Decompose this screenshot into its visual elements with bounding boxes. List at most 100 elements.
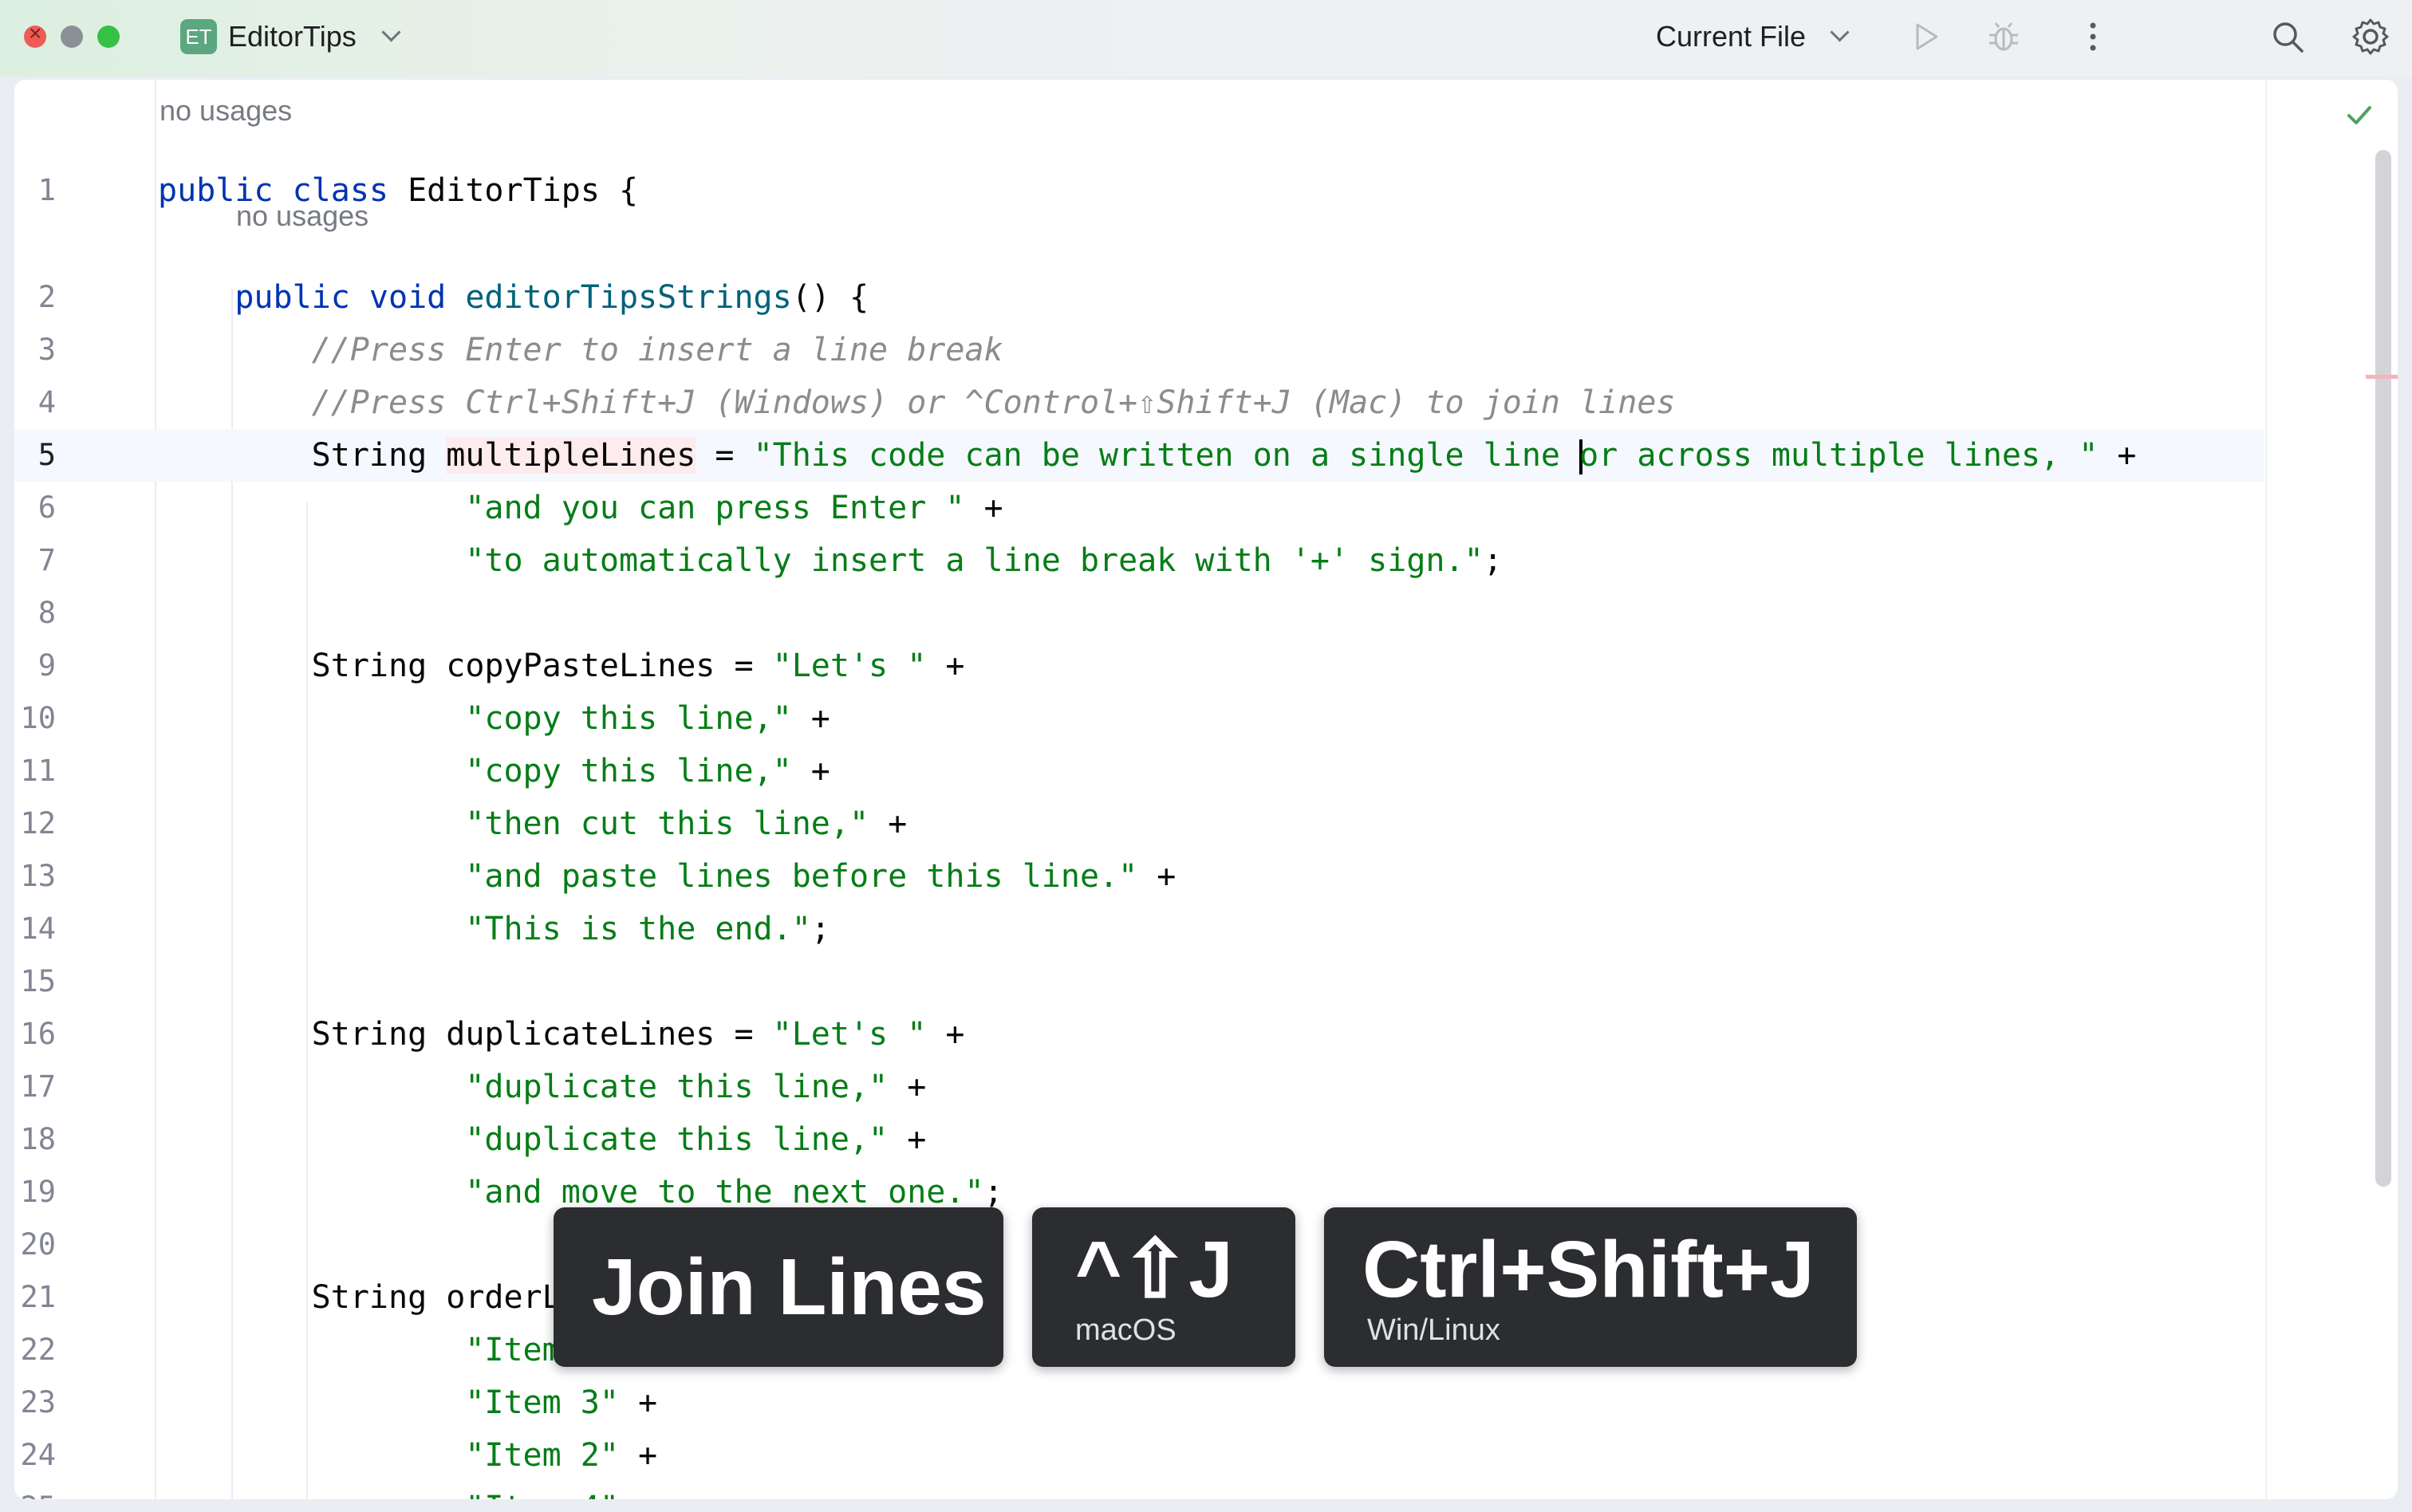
mac-shortcut-label: macOS — [1075, 1313, 1176, 1347]
line-number[interactable]: 3 — [14, 324, 56, 376]
line-code[interactable]: "This is the end."; — [158, 903, 830, 955]
code-line[interactable]: 1 public class EditorTips { — [14, 164, 2264, 217]
line-number[interactable]: 16 — [14, 1008, 56, 1061]
code-token: "copy this line," — [465, 753, 792, 789]
line-code[interactable]: "Item — [158, 1324, 561, 1376]
line-number[interactable]: 15 — [14, 955, 56, 1008]
code-line[interactable]: 18 "duplicate this line," + — [14, 1113, 2264, 1166]
code-token: "to automatically insert a line break wi… — [465, 542, 1484, 579]
line-code[interactable]: public class EditorTips { — [158, 164, 638, 217]
line-number[interactable]: 17 — [14, 1061, 56, 1113]
code-line[interactable]: 15 — [14, 955, 2264, 1008]
line-code[interactable]: "copy this line," + — [158, 745, 830, 797]
window-minimize-button[interactable] — [61, 26, 83, 48]
gear-icon[interactable] — [2350, 16, 2391, 61]
line-code[interactable]: //Press Ctrl+Shift+J (Windows) or ^Contr… — [158, 376, 1676, 429]
run-config-selector[interactable]: Current File — [1656, 19, 1806, 54]
line-code[interactable]: String duplicateLines = "Let's " + — [158, 1008, 965, 1061]
code-line[interactable]: 7 "to automatically insert a line break … — [14, 534, 2264, 587]
line-code[interactable]: //Press Enter to insert a line break — [158, 324, 1003, 376]
code-token: + — [869, 805, 908, 842]
line-code[interactable]: "then cut this line," + — [158, 797, 907, 850]
line-number[interactable]: 13 — [14, 850, 56, 903]
run-icon[interactable] — [1906, 18, 1945, 60]
line-number[interactable]: 18 — [14, 1113, 56, 1166]
code-line[interactable]: 17 "duplicate this line," + — [14, 1061, 2264, 1113]
code-token: String duplicateLines = — [158, 1016, 773, 1053]
line-number[interactable]: 25 — [14, 1482, 56, 1499]
code-line[interactable]: 23 "Item 3" + — [14, 1376, 2264, 1429]
debug-icon[interactable] — [1984, 18, 2023, 60]
line-code[interactable]: "duplicate this line," + — [158, 1113, 926, 1166]
line-code[interactable]: "duplicate this line," + — [158, 1061, 926, 1113]
more-vertical-icon[interactable] — [2074, 18, 2112, 60]
line-number[interactable]: 24 — [14, 1429, 56, 1482]
code-line[interactable]: 6 "and you can press Enter " + — [14, 482, 2264, 534]
line-number[interactable]: 7 — [14, 534, 56, 587]
code-line[interactable]: 4 //Press Ctrl+Shift+J (Windows) or ^Con… — [14, 376, 2264, 429]
code-line[interactable]: 10 "copy this line," + — [14, 692, 2264, 745]
project-name[interactable]: EditorTips — [228, 19, 357, 54]
vertical-scrollbar[interactable] — [2375, 150, 2391, 1187]
line-code[interactable]: "and you can press Enter " + — [158, 482, 1003, 534]
code-line[interactable]: 5 String multipleLines = "This code can … — [14, 429, 2264, 482]
window-maximize-button[interactable] — [97, 26, 120, 48]
code-token: "copy this line," — [465, 700, 792, 737]
line-code[interactable]: public void editorTipsStrings() { — [158, 271, 869, 324]
line-number[interactable]: 14 — [14, 903, 56, 955]
code-line[interactable]: 24 "Item 2" + — [14, 1429, 2264, 1482]
line-number[interactable]: 1 — [14, 164, 56, 217]
project-badge[interactable]: ET — [180, 19, 217, 54]
line-code[interactable]: String multipleLines = "This code can be… — [158, 429, 2136, 482]
code-token: "Item 4" — [465, 1490, 619, 1499]
line-number[interactable]: 22 — [14, 1324, 56, 1376]
line-number[interactable]: 20 — [14, 1219, 56, 1271]
line-number[interactable]: 4 — [14, 376, 56, 429]
line-number[interactable]: 19 — [14, 1166, 56, 1219]
code-line[interactable]: 13 "and paste lines before this line." + — [14, 850, 2264, 903]
code-line[interactable]: 14 "This is the end."; — [14, 903, 2264, 955]
code-line[interactable]: 3 //Press Enter to insert a line break — [14, 324, 2264, 376]
code-line[interactable]: 9 String copyPasteLines = "Let's " + — [14, 640, 2264, 692]
window-close-button[interactable] — [24, 21, 46, 48]
line-number[interactable]: 6 — [14, 482, 56, 534]
code-line[interactable]: 2 public void editorTipsStrings() { — [14, 271, 2264, 324]
line-number[interactable]: 11 — [14, 745, 56, 797]
line-number[interactable]: 12 — [14, 797, 56, 850]
line-code[interactable]: String orderL — [158, 1271, 562, 1324]
line-number[interactable]: 8 — [14, 587, 56, 640]
inlay-hint-usages[interactable]: no usages — [160, 85, 292, 137]
mac-shortcut-keys: ^⇧J — [1075, 1225, 1233, 1314]
line-number[interactable]: 21 — [14, 1271, 56, 1324]
action-name-popup: Join Lines — [554, 1207, 1003, 1367]
line-number[interactable]: 10 — [14, 692, 56, 745]
chevron-down-icon[interactable] — [381, 22, 401, 42]
error-stripe-marker[interactable] — [2366, 375, 2398, 379]
code-line[interactable]: 16 String duplicateLines = "Let's " + — [14, 1008, 2264, 1061]
code-line[interactable]: 8 — [14, 587, 2264, 640]
line-code[interactable]: "Item 4"; — [158, 1482, 638, 1499]
line-code[interactable]: "Item 3" + — [158, 1376, 657, 1429]
code-line[interactable]: 11 "copy this line," + — [14, 745, 2264, 797]
code-token: "Let's " — [772, 648, 927, 684]
line-code[interactable]: String copyPasteLines = "Let's " + — [158, 640, 965, 692]
line-number[interactable]: 2 — [14, 271, 56, 324]
line-code[interactable]: "to automatically insert a line break wi… — [158, 534, 1502, 587]
code-token: + — [888, 1069, 927, 1105]
line-number[interactable]: 23 — [14, 1376, 56, 1429]
code-token: + — [926, 1016, 965, 1053]
code-line[interactable]: 12 "then cut this line," + — [14, 797, 2264, 850]
search-icon[interactable] — [2268, 18, 2307, 60]
no-problems-check-icon[interactable] — [2343, 99, 2375, 135]
line-number[interactable]: 5 — [14, 429, 56, 482]
line-number[interactable]: 9 — [14, 640, 56, 692]
line-code[interactable]: "and paste lines before this line." + — [158, 850, 1176, 903]
code-token: ; — [810, 911, 830, 947]
code-line[interactable]: 25 "Item 4"; — [14, 1482, 2264, 1499]
line-code[interactable]: "Item 2" + — [158, 1429, 657, 1482]
chevron-down-icon[interactable] — [1830, 22, 1850, 42]
line-code[interactable]: "copy this line," + — [158, 692, 830, 745]
